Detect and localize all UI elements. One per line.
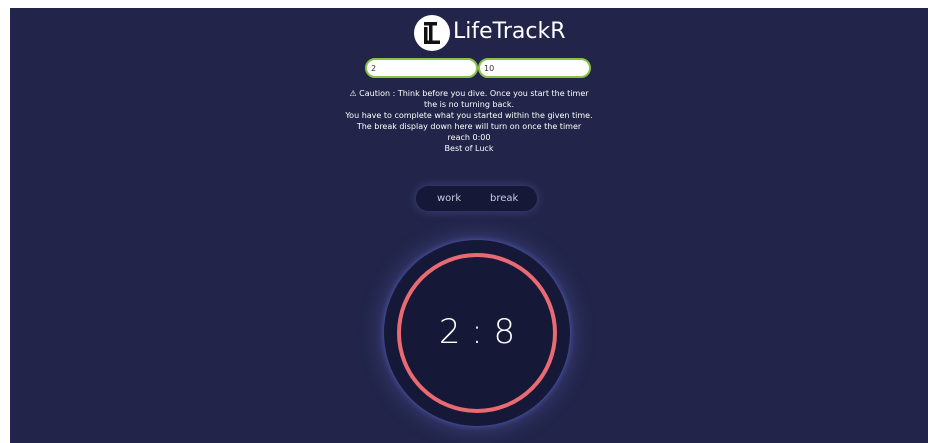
notice-line: The break display down here will turn on… bbox=[356, 122, 582, 131]
notice-line: ⚠ Caution : Think before you dive. Once … bbox=[349, 89, 589, 98]
app-window: LifeTrackR ⚠ Caution : Think before you … bbox=[10, 8, 928, 443]
mode-toggle: work break bbox=[416, 186, 537, 211]
work-mode-button[interactable]: work bbox=[437, 186, 461, 211]
notice-line: You have to complete what you started wi… bbox=[345, 111, 593, 120]
notice-line: Best of Luck bbox=[444, 144, 494, 153]
timer-dial: 2 : 8 bbox=[384, 240, 570, 426]
lt-logo-icon bbox=[414, 15, 450, 51]
app-title: LifeTrackR bbox=[453, 19, 566, 44]
caution-notice: ⚠ Caution : Think before you dive. Once … bbox=[10, 88, 928, 154]
break-mode-button[interactable]: break bbox=[490, 186, 518, 211]
time-inputs bbox=[365, 58, 591, 78]
work-minutes-input[interactable] bbox=[365, 58, 478, 78]
notice-line: reach 0:00 bbox=[447, 133, 491, 142]
notice-line: the is no turning back. bbox=[423, 100, 514, 109]
break-minutes-input[interactable] bbox=[478, 58, 591, 78]
timer-display: 2 : 8 bbox=[438, 312, 516, 352]
header: LifeTrackR bbox=[10, 13, 928, 53]
